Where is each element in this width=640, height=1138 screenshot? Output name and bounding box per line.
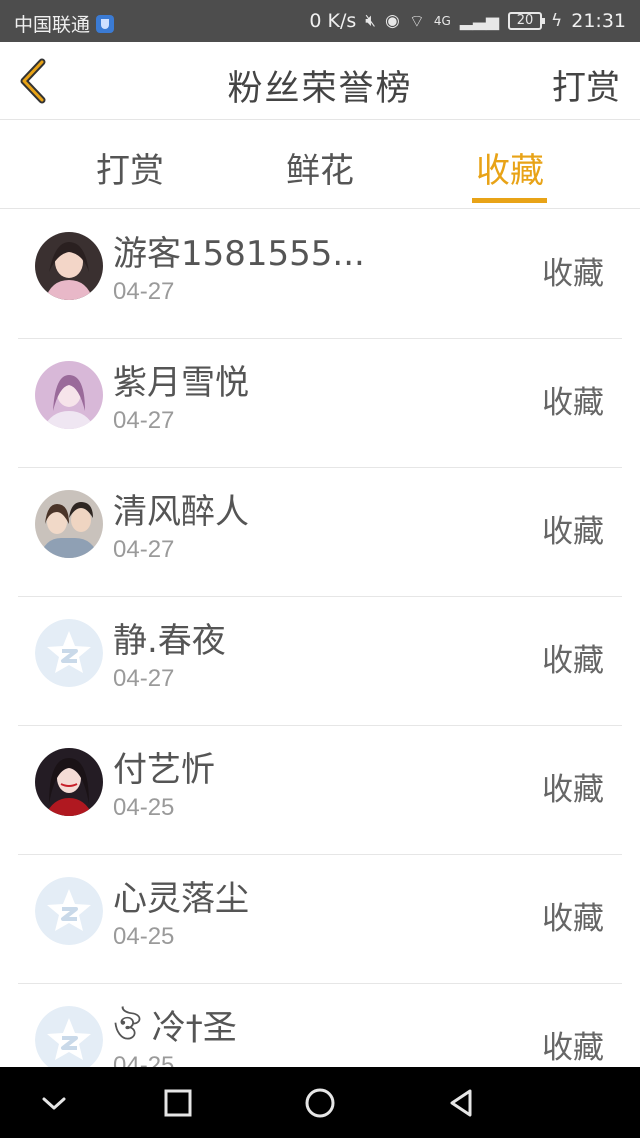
action-label: 收藏	[542, 514, 604, 550]
date: 04-27	[113, 536, 175, 563]
avatar[interactable]	[35, 1006, 103, 1067]
tab-favorites[interactable]: 收藏	[450, 143, 570, 192]
username: 静.春夜	[113, 621, 226, 661]
tab-flowers[interactable]: 鲜花	[260, 143, 380, 192]
square-icon	[164, 1089, 192, 1117]
avatar[interactable]	[35, 232, 103, 300]
chevron-down-icon	[42, 1097, 66, 1110]
action-label: 收藏	[542, 1030, 604, 1066]
reward-button[interactable]: 打赏	[552, 60, 620, 109]
default-star-icon	[35, 877, 103, 945]
avatar[interactable]	[35, 490, 103, 558]
fan-list[interactable]: 游客1581555... 04-27 收藏 紫月雪悦 04-27 收藏 清风醉人…	[0, 210, 640, 1067]
photo-woman-icon	[35, 748, 103, 816]
username: 紫月雪悦	[113, 363, 249, 403]
triangle-back-icon	[450, 1089, 472, 1117]
list-item[interactable]: 心灵落尘 04-25 收藏	[18, 855, 622, 984]
system-nav-bar	[0, 1067, 640, 1138]
tab-bar: 打赏 鲜花 收藏	[0, 121, 640, 209]
hide-nav-button[interactable]	[36, 1085, 72, 1121]
username: ঔ 冷†圣	[113, 1008, 237, 1048]
network-speed: 0 K/s	[309, 10, 357, 32]
avatar[interactable]	[35, 877, 103, 945]
status-bar: 中国联通 0 K/s 🔇︎ ◉ ⌔ 4G ▂▃▅ 20 ϟ 21:31	[0, 0, 640, 42]
eye-icon: ◉	[385, 11, 400, 31]
action-label: 收藏	[542, 772, 604, 808]
action-label: 收藏	[542, 643, 604, 679]
date: 04-27	[113, 665, 175, 692]
recents-button[interactable]	[160, 1085, 196, 1121]
username: 付艺忻	[113, 750, 215, 790]
list-item[interactable]: 静.春夜 04-27 收藏	[18, 597, 622, 726]
action-label: 收藏	[542, 385, 604, 421]
list-item[interactable]: ঔ 冷†圣 04-25 收藏	[18, 984, 622, 1067]
date: 04-27	[113, 407, 175, 434]
default-star-icon	[35, 1006, 103, 1067]
clock: 21:31	[571, 10, 626, 32]
avatar[interactable]	[35, 361, 103, 429]
avatar[interactable]	[35, 619, 103, 687]
signal-4g-icon: 4G	[433, 14, 451, 28]
username: 游客1581555...	[113, 234, 365, 274]
circle-icon	[305, 1088, 335, 1118]
photo-woman-icon	[35, 232, 103, 300]
username: 心灵落尘	[113, 879, 249, 919]
action-label: 收藏	[542, 901, 604, 937]
date: 04-25	[113, 1052, 175, 1067]
back-nav-button[interactable]	[444, 1085, 480, 1121]
list-item[interactable]: 付艺忻 04-25 收藏	[18, 726, 622, 855]
mute-icon: 🔇︎	[365, 11, 377, 31]
wifi-icon: ⌔	[408, 11, 425, 32]
photo-girl-icon	[35, 361, 103, 429]
date: 04-25	[113, 923, 175, 950]
home-button[interactable]	[302, 1085, 338, 1121]
active-tab-indicator	[472, 198, 547, 203]
page-title: 粉丝荣誉榜	[227, 69, 413, 109]
photo-couple-icon	[35, 490, 103, 558]
list-item[interactable]: 清风醉人 04-27 收藏	[18, 468, 622, 597]
action-label: 收藏	[542, 256, 604, 292]
list-item[interactable]: 紫月雪悦 04-27 收藏	[18, 339, 622, 468]
signal-bars-icon: ▂▃▅	[459, 11, 500, 31]
date: 04-27	[113, 278, 175, 305]
charging-icon: ϟ	[551, 11, 563, 31]
carrier-name: 中国联通	[14, 14, 91, 36]
default-star-icon	[35, 619, 103, 687]
date: 04-25	[113, 794, 175, 821]
list-item[interactable]: 游客1581555... 04-27 收藏	[18, 210, 622, 339]
username: 清风醉人	[113, 492, 249, 532]
tab-reward[interactable]: 打赏	[70, 143, 190, 192]
avatar[interactable]	[35, 748, 103, 816]
battery-icon: 20	[508, 12, 546, 30]
app-header: 粉丝荣誉榜 打赏	[0, 42, 640, 120]
shield-icon	[96, 14, 115, 33]
